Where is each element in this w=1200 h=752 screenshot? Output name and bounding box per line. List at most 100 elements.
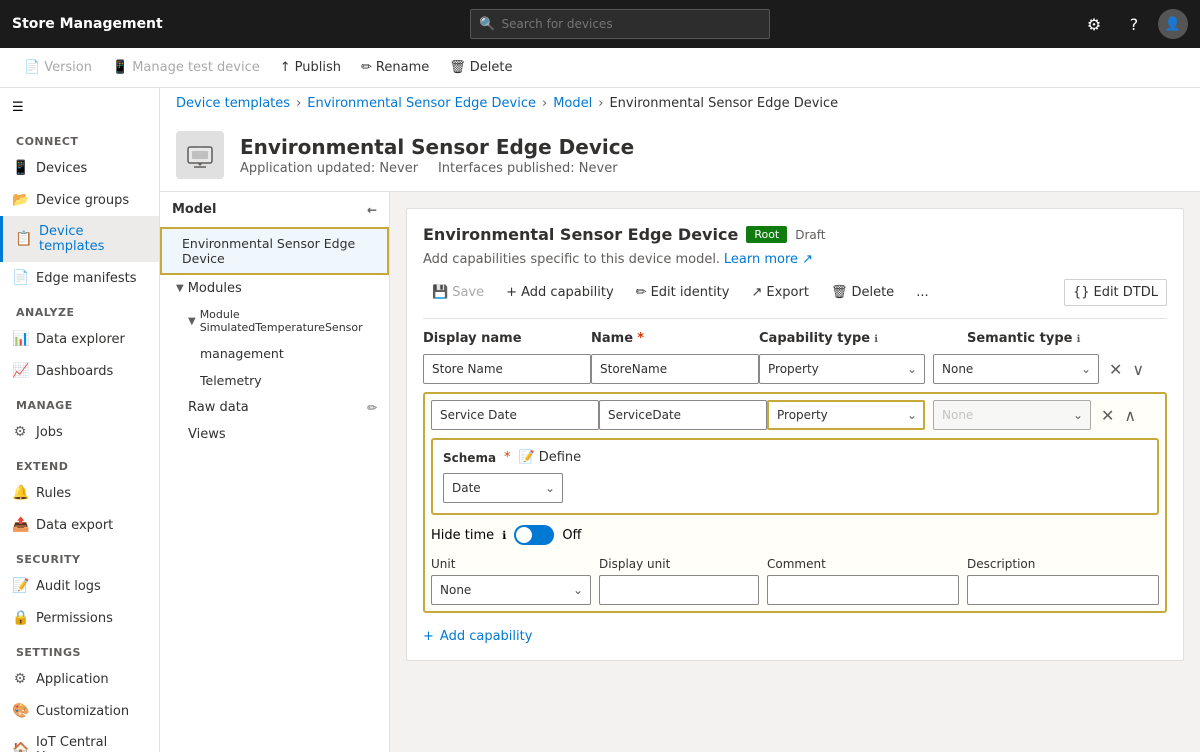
learn-more-link[interactable]: Learn more ↗ xyxy=(724,252,813,267)
search-bar[interactable]: 🔍 xyxy=(470,9,770,39)
service-date-display-input[interactable] xyxy=(431,400,599,430)
breadcrumb-sep-1: › xyxy=(296,96,301,111)
connect-section-label: Connect xyxy=(0,123,159,152)
capability-header: Environmental Sensor Edge Device Root Dr… xyxy=(423,225,1167,244)
sidebar-item-device-templates[interactable]: 📋 Device templates xyxy=(0,216,159,262)
service-date-container: Property Telemetry Command None xyxy=(423,392,1167,613)
sidebar-item-devices[interactable]: 📱 Devices xyxy=(0,152,159,184)
store-name-capability-type[interactable]: Property Telemetry Command xyxy=(759,354,925,384)
service-date-capability-type-select[interactable]: Property Telemetry Command xyxy=(767,400,925,430)
rename-icon: ✏ xyxy=(361,60,372,75)
unit-select-wrapper[interactable]: None xyxy=(431,575,591,605)
security-section-label: Security xyxy=(0,541,159,570)
page-header-text: Environmental Sensor Edge Device Applica… xyxy=(240,135,634,176)
settings-icon[interactable]: ⚙ xyxy=(1078,8,1110,40)
rename-button[interactable]: ✏ Rename xyxy=(353,56,437,79)
description-input[interactable] xyxy=(967,575,1159,605)
avatar[interactable]: 👤 xyxy=(1158,9,1188,39)
edit-dtdl-button[interactable]: {} Edit DTDL xyxy=(1064,279,1167,306)
device-icon xyxy=(176,131,224,179)
publish-icon: ↑ xyxy=(280,60,291,75)
capability-title: Environmental Sensor Edge Device xyxy=(423,225,738,244)
telemetry-tree-item[interactable]: Telemetry xyxy=(160,367,389,394)
store-name-chevron-down-button[interactable]: ∨ xyxy=(1130,358,1146,381)
app-updated: Application updated: Never xyxy=(240,161,418,176)
module-simulated-section[interactable]: ▼ Module SimulatedTemperatureSensor xyxy=(160,302,389,340)
breadcrumb-env-sensor[interactable]: Environmental Sensor Edge Device xyxy=(307,96,536,111)
raw-data-tree-item[interactable]: Raw data ✏ xyxy=(160,394,389,421)
sidebar-item-device-groups[interactable]: 📂 Device groups xyxy=(0,184,159,216)
hamburger-menu[interactable]: ☰ xyxy=(0,88,159,123)
help-icon[interactable]: ? xyxy=(1118,8,1150,40)
app-title: Store Management xyxy=(12,16,163,32)
sidebar-item-edge-manifests[interactable]: 📄 Edge manifests xyxy=(0,262,159,294)
raw-data-edit-icon[interactable]: ✏ xyxy=(367,401,377,415)
views-tree-item[interactable]: Views xyxy=(160,421,389,448)
export-button[interactable]: ↗ Export xyxy=(742,279,817,306)
hide-time-row: Hide time ℹ Off xyxy=(431,525,1159,545)
schema-define-button[interactable]: 📝 Define xyxy=(519,450,582,465)
store-name-capability-type-select[interactable]: Property Telemetry Command xyxy=(759,354,925,384)
breadcrumb-device-templates[interactable]: Device templates xyxy=(176,96,290,111)
capability-type-header: Capability type ℹ xyxy=(759,331,959,346)
add-capability-label[interactable]: Add capability xyxy=(440,629,533,644)
cap-delete-button[interactable]: 🗑 Delete xyxy=(822,279,903,306)
delete-button[interactable]: 🗑 Delete xyxy=(441,56,520,79)
store-name-input[interactable] xyxy=(591,354,759,384)
topbar: Store Management 🔍 ⚙ ? 👤 xyxy=(0,0,1200,48)
add-capability-button[interactable]: + Add capability xyxy=(423,629,1167,644)
store-name-semantic-type[interactable]: None xyxy=(933,354,1099,384)
breadcrumb-model[interactable]: Model xyxy=(553,96,592,111)
two-pane: Model ← Environmental Sensor Edge Device… xyxy=(160,192,1200,752)
sidebar-item-dashboards[interactable]: 📈 Dashboards xyxy=(0,355,159,387)
sidebar-item-jobs[interactable]: ⚙ Jobs xyxy=(0,416,159,448)
service-date-semantic-type-select[interactable]: None xyxy=(933,400,1091,430)
sidebar-item-permissions[interactable]: 🔒 Permissions xyxy=(0,602,159,634)
sidebar-item-iot-central-home[interactable]: 🏠 IoT Central Home xyxy=(0,727,159,752)
service-date-name-input[interactable] xyxy=(599,400,767,430)
model-section-header[interactable]: Model ← xyxy=(160,192,389,227)
more-button[interactable]: ... xyxy=(907,279,937,306)
sidebar-item-audit-logs[interactable]: 📝 Audit logs xyxy=(0,570,159,602)
model-label: Model xyxy=(172,202,216,217)
comment-input[interactable] xyxy=(767,575,959,605)
management-tree-item[interactable]: management xyxy=(160,340,389,367)
save-button[interactable]: 💾 Save xyxy=(423,279,493,306)
display-unit-input[interactable] xyxy=(599,575,759,605)
search-input[interactable] xyxy=(502,17,762,31)
hide-time-toggle[interactable] xyxy=(514,525,554,545)
store-name-semantic-type-select[interactable]: None xyxy=(933,354,1099,384)
unit-select[interactable]: None xyxy=(431,575,591,605)
sidebar-item-rules[interactable]: 🔔 Rules xyxy=(0,477,159,509)
page-title: Environmental Sensor Edge Device xyxy=(240,135,634,159)
version-button[interactable]: 📄 Version xyxy=(16,56,100,79)
main-layout: ☰ Connect 📱 Devices 📂 Device groups 📋 De… xyxy=(0,88,1200,752)
edit-identity-button[interactable]: ✏ Edit identity xyxy=(627,279,739,306)
schema-select[interactable]: Date DateTime String Integer Double Bool… xyxy=(443,473,563,503)
comment-field: Comment xyxy=(767,557,959,605)
service-date-semantic-type[interactable]: None xyxy=(933,400,1091,430)
store-name-close-button[interactable]: ✕ xyxy=(1107,358,1124,381)
add-capability-toolbar-button[interactable]: + Add capability xyxy=(497,279,623,306)
publish-button[interactable]: ↑ Publish xyxy=(272,56,349,79)
service-date-capability-type[interactable]: Property Telemetry Command xyxy=(767,400,925,430)
data-export-icon: 📤 xyxy=(12,517,28,533)
iot-home-icon: 🏠 xyxy=(12,742,28,752)
model-collapse-icon[interactable]: ← xyxy=(367,203,377,217)
manage-test-button[interactable]: 📱 Manage test device xyxy=(104,56,268,79)
service-date-close-button[interactable]: ✕ xyxy=(1099,404,1116,427)
sidebar-item-application[interactable]: ⚙ Application xyxy=(0,663,159,695)
schema-select-wrapper[interactable]: Date DateTime String Integer Double Bool… xyxy=(443,473,563,503)
audit-logs-icon: 📝 xyxy=(12,578,28,594)
store-name-display-input[interactable] xyxy=(423,354,591,384)
service-date-display-field xyxy=(431,400,591,430)
service-date-chevron-up-button[interactable]: ∧ xyxy=(1122,404,1138,427)
schema-header: Schema * 📝 Define xyxy=(443,450,1147,465)
permissions-icon: 🔒 xyxy=(12,610,28,626)
sidebar-item-data-export[interactable]: 📤 Data export xyxy=(0,509,159,541)
modules-section[interactable]: ▼ Modules xyxy=(160,275,389,302)
sidebar-item-customization[interactable]: 🎨 Customization xyxy=(0,695,159,727)
env-sensor-tree-item[interactable]: Environmental Sensor Edge Device xyxy=(160,227,389,275)
capability-title-row: Environmental Sensor Edge Device Root Dr… xyxy=(423,225,825,244)
sidebar-item-data-explorer[interactable]: 📊 Data explorer xyxy=(0,323,159,355)
